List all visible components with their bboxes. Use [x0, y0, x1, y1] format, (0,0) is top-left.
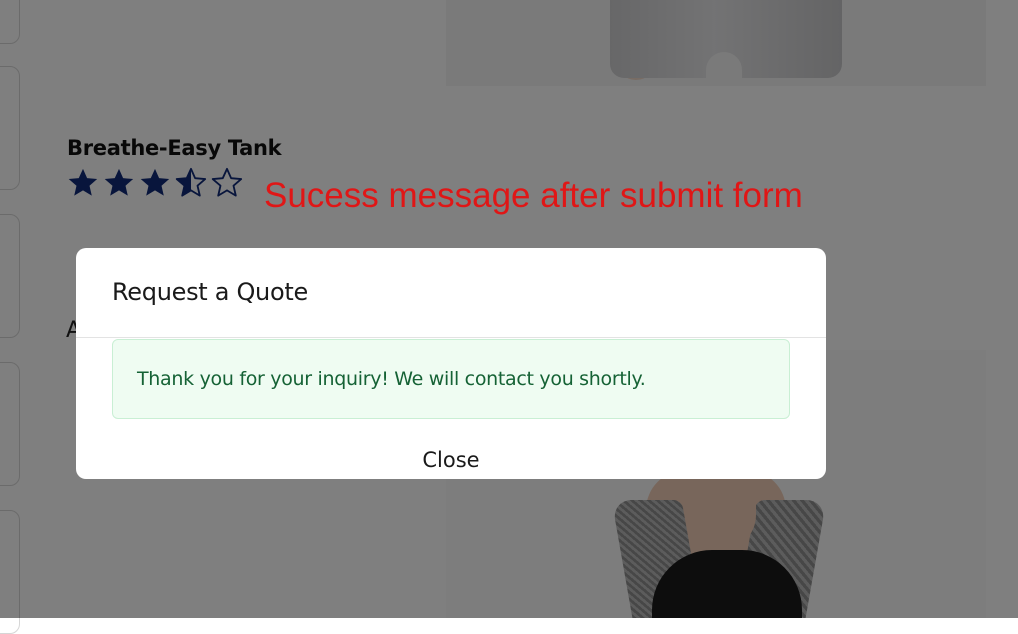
success-message: Thank you for your inquiry! We will cont… [137, 368, 646, 390]
modal-title: Request a Quote [112, 278, 308, 306]
close-button[interactable]: Close [406, 448, 496, 472]
modal-header: Request a Quote [76, 248, 826, 338]
quote-modal: Request a Quote Thank you for your inqui… [76, 248, 826, 479]
success-alert: Thank you for your inquiry! We will cont… [112, 339, 790, 419]
annotation-label: Sucess message after submit form [264, 176, 803, 215]
